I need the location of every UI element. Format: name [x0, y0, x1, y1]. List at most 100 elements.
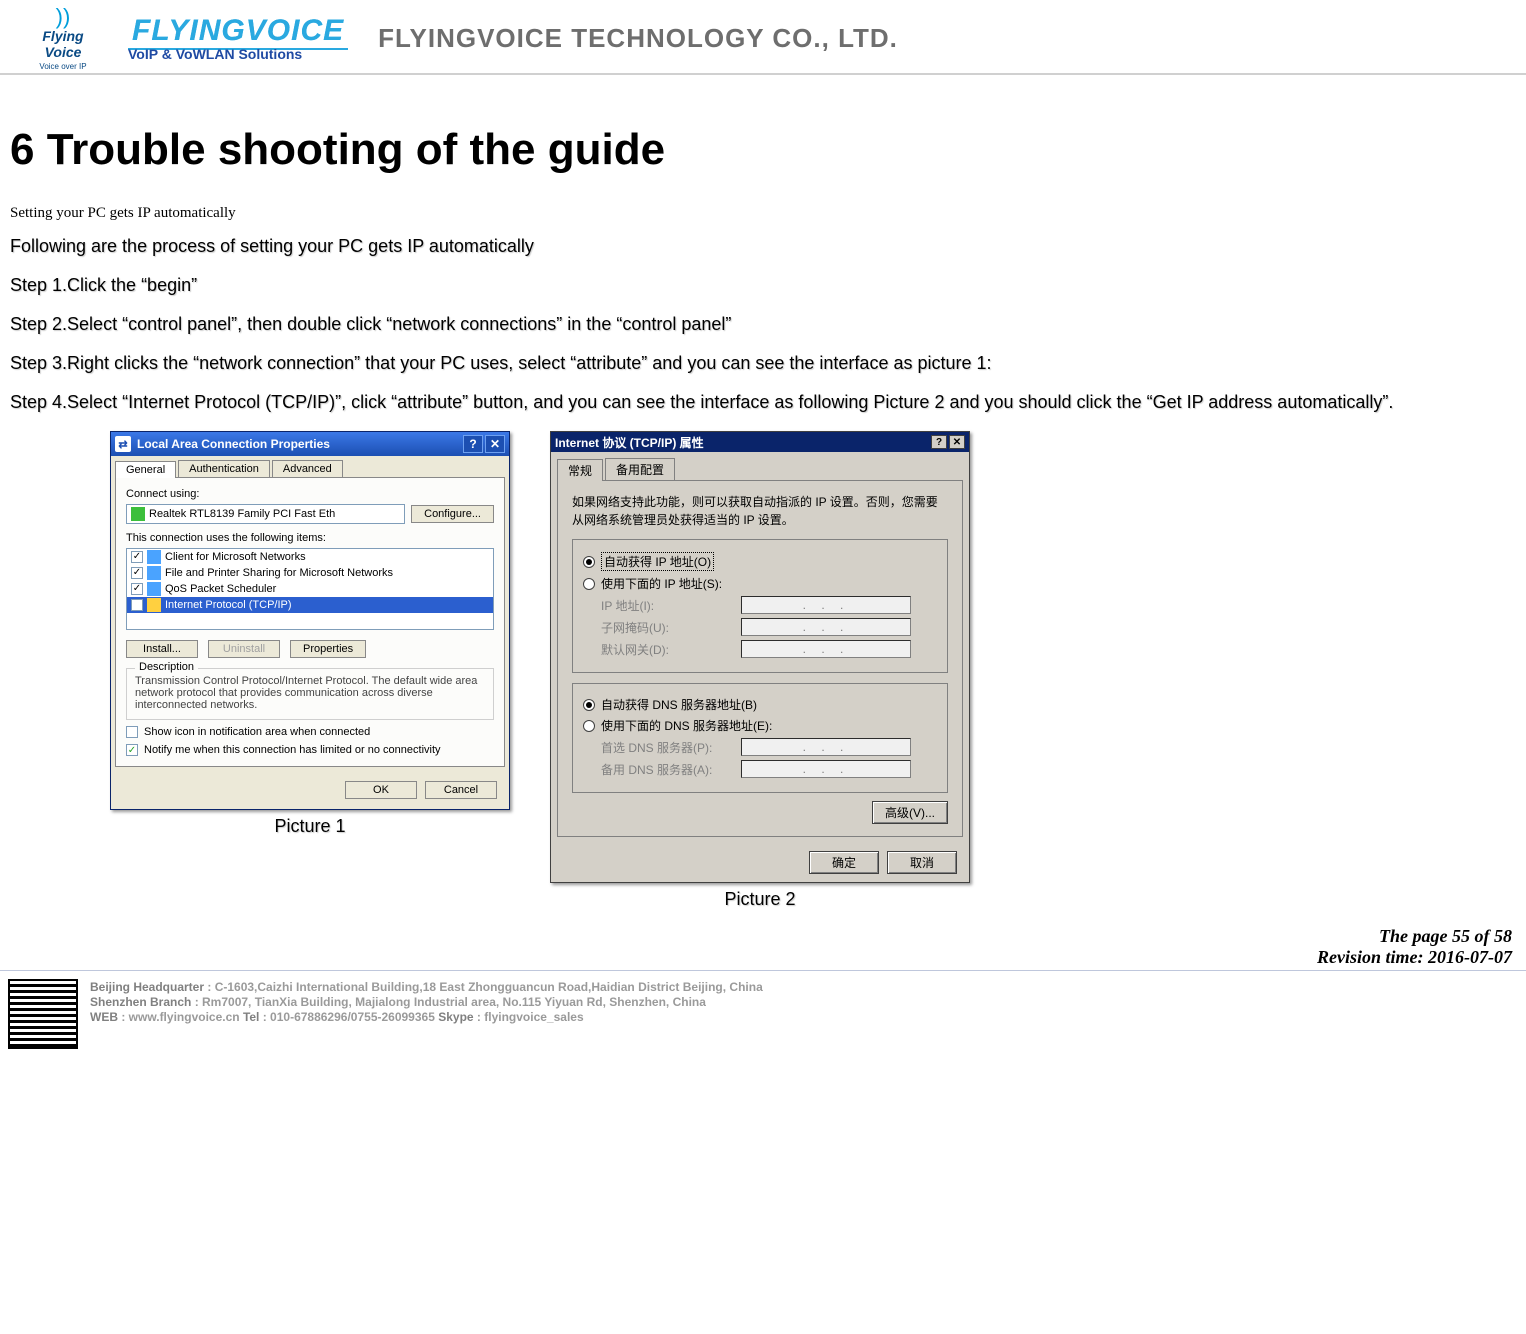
radio-label: 自动获得 IP 地址(O) — [601, 552, 714, 571]
tab-backup[interactable]: 备用配置 — [605, 458, 675, 480]
checkbox-icon[interactable]: ✓ — [131, 567, 143, 579]
dns2-label: 备用 DNS 服务器(A): — [601, 761, 741, 778]
radio-icon[interactable] — [583, 556, 595, 568]
cancel-button[interactable]: Cancel — [425, 781, 497, 799]
step-3: Step 3.Right clicks the “network connect… — [10, 353, 1516, 374]
help-button[interactable]: ? — [931, 435, 947, 449]
dialog-title: Internet 协议 (TCP/IP) 属性 — [555, 434, 704, 451]
advanced-button[interactable]: 高级(V)... — [872, 801, 948, 824]
radio-use-dns[interactable]: 使用下面的 DNS 服务器地址(E): — [583, 717, 937, 734]
mask-input: . . . — [741, 618, 911, 636]
gw-label: 默认网关(D): — [601, 641, 741, 658]
page-footer: Beijing Headquarter : C-1603,Caizhi Inte… — [0, 971, 1526, 1061]
dns-group: 自动获得 DNS 服务器地址(B) 使用下面的 DNS 服务器地址(E): 首选… — [572, 683, 948, 793]
item-label: Internet Protocol (TCP/IP) — [165, 599, 292, 611]
checkbox-label: Notify me when this connection has limit… — [144, 744, 441, 756]
radio-label: 自动获得 DNS 服务器地址(B) — [601, 696, 757, 713]
checkbox-icon[interactable]: ✓ — [131, 599, 143, 611]
close-button[interactable]: ✕ — [949, 435, 965, 449]
gateway-row: 默认网关(D): . . . — [583, 640, 937, 658]
footer-value: : flyingvoice_sales — [477, 1010, 584, 1024]
tabs: General Authentication Advanced — [115, 460, 505, 477]
items-listbox[interactable]: ✓ Client for Microsoft Networks ✓ File a… — [126, 548, 494, 630]
picture2-caption: Picture 2 — [550, 889, 970, 910]
dns1-label: 首选 DNS 服务器(P): — [601, 739, 741, 756]
footer-line: Shenzhen Branch : Rm7007, TianXia Buildi… — [90, 995, 763, 1009]
network-icon: ⇄ — [115, 436, 131, 452]
dns1-row: 首选 DNS 服务器(P): . . . — [583, 738, 937, 756]
list-item-selected[interactable]: ✓ Internet Protocol (TCP/IP) — [127, 597, 493, 613]
tab-general[interactable]: General — [115, 461, 176, 478]
ok-button[interactable]: OK — [345, 781, 417, 799]
qr-code-icon — [8, 979, 78, 1049]
logo-text-block: FLYINGVOICE VoIP & VoWLAN Solutions — [128, 16, 348, 62]
picture1-column: ⇄ Local Area Connection Properties ? ✕ G… — [110, 431, 510, 910]
dns2-row: 备用 DNS 服务器(A): . . . — [583, 760, 937, 778]
checkbox-label: Show icon in notification area when conn… — [144, 726, 370, 738]
show-icon-checkbox[interactable]: Show icon in notification area when conn… — [126, 726, 494, 738]
company-name: FLYINGVOICE TECHNOLOGY CO., LTD. — [378, 23, 898, 54]
footer-value: : 010-67886296/0755-26099365 — [263, 1010, 435, 1024]
radio-auto-ip[interactable]: 自动获得 IP 地址(O) — [583, 552, 937, 571]
checkbox-icon[interactable]: ✓ — [131, 551, 143, 563]
footer-line: Beijing Headquarter : C-1603,Caizhi Inte… — [90, 980, 763, 994]
description-text: Transmission Control Protocol/Internet P… — [135, 675, 485, 711]
step-4: Step 4.Select “Internet Protocol (TCP/IP… — [10, 392, 1516, 413]
section-title: 6 Trouble shooting of the guide — [10, 125, 1516, 175]
step-2: Step 2.Select “control panel”, then doub… — [10, 314, 1516, 335]
list-item[interactable]: ✓ QoS Packet Scheduler — [127, 581, 493, 597]
notify-checkbox[interactable]: ✓ Notify me when this connection has lim… — [126, 744, 494, 756]
footer-label: Shenzhen Branch — [90, 995, 195, 1009]
page-body: 6 Trouble shooting of the guide Setting … — [0, 75, 1526, 922]
footer-label: WEB — [90, 1010, 121, 1024]
tcpip-properties-dialog: Internet 协议 (TCP/IP) 属性 ? ✕ 常规 备用配置 如果网络… — [550, 431, 970, 883]
connect-using-label: Connect using: — [126, 488, 494, 500]
nic-icon — [131, 507, 145, 521]
close-button[interactable]: ✕ — [485, 435, 505, 453]
item-label: File and Printer Sharing for Microsoft N… — [165, 567, 393, 579]
ok-button[interactable]: 确定 — [809, 851, 879, 874]
client-icon — [147, 550, 161, 564]
tagline: VoIP & VoWLAN Solutions — [128, 46, 348, 62]
radio-icon[interactable] — [583, 578, 595, 590]
pictures-row: ⇄ Local Area Connection Properties ? ✕ G… — [110, 431, 1516, 910]
tabs: 常规 备用配置 — [557, 458, 963, 480]
logo-sub: Voice over IP — [12, 62, 114, 71]
info-text: 如果网络支持此功能，则可以获取自动指派的 IP 设置。否则，您需要从网络系统管理… — [572, 493, 948, 529]
nic-field: Realtek RTL8139 Family PCI Fast Eth — [126, 504, 405, 524]
tcpip-icon — [147, 598, 161, 612]
logo-word-top: Flying — [12, 28, 114, 44]
radio-icon[interactable] — [583, 699, 595, 711]
checkbox-icon[interactable]: ✓ — [131, 583, 143, 595]
tab-body: Connect using: Realtek RTL8139 Family PC… — [115, 477, 505, 767]
footer-value: : www.flyingvoice.cn — [121, 1010, 239, 1024]
properties-button[interactable]: Properties — [290, 640, 366, 658]
tab-authentication[interactable]: Authentication — [178, 460, 270, 477]
ip-group: 自动获得 IP 地址(O) 使用下面的 IP 地址(S): IP 地址(I): … — [572, 539, 948, 673]
cancel-button[interactable]: 取消 — [887, 851, 957, 874]
dialog-title: Local Area Connection Properties — [137, 437, 330, 451]
fileshare-icon — [147, 566, 161, 580]
checkbox-icon[interactable] — [126, 726, 138, 738]
list-item[interactable]: ✓ Client for Microsoft Networks — [127, 549, 493, 565]
ip-label: IP 地址(I): — [601, 597, 741, 614]
wifi-icon: )) — [12, 6, 114, 28]
brand-text: FLYINGVOICE — [128, 16, 348, 50]
tab-general[interactable]: 常规 — [557, 459, 603, 481]
install-button[interactable]: Install... — [126, 640, 198, 658]
description-legend: Description — [135, 661, 198, 673]
help-button[interactable]: ? — [463, 435, 483, 453]
tab-advanced[interactable]: Advanced — [272, 460, 343, 477]
radio-use-ip[interactable]: 使用下面的 IP 地址(S): — [583, 575, 937, 592]
list-item[interactable]: ✓ File and Printer Sharing for Microsoft… — [127, 565, 493, 581]
logo-mark: )) Flying Voice Voice over IP — [8, 4, 118, 73]
titlebar: ⇄ Local Area Connection Properties ? ✕ — [111, 432, 509, 456]
configure-button[interactable]: Configure... — [411, 505, 494, 523]
radio-icon[interactable] — [583, 720, 595, 732]
checkbox-icon[interactable]: ✓ — [126, 744, 138, 756]
subnet-row: 子网掩码(U): . . . — [583, 618, 937, 636]
item-label: Client for Microsoft Networks — [165, 551, 306, 563]
radio-auto-dns[interactable]: 自动获得 DNS 服务器地址(B) — [583, 696, 937, 713]
revision-time: Revision time: 2016-07-07 — [0, 947, 1512, 968]
footer-label: Tel — [243, 1010, 263, 1024]
